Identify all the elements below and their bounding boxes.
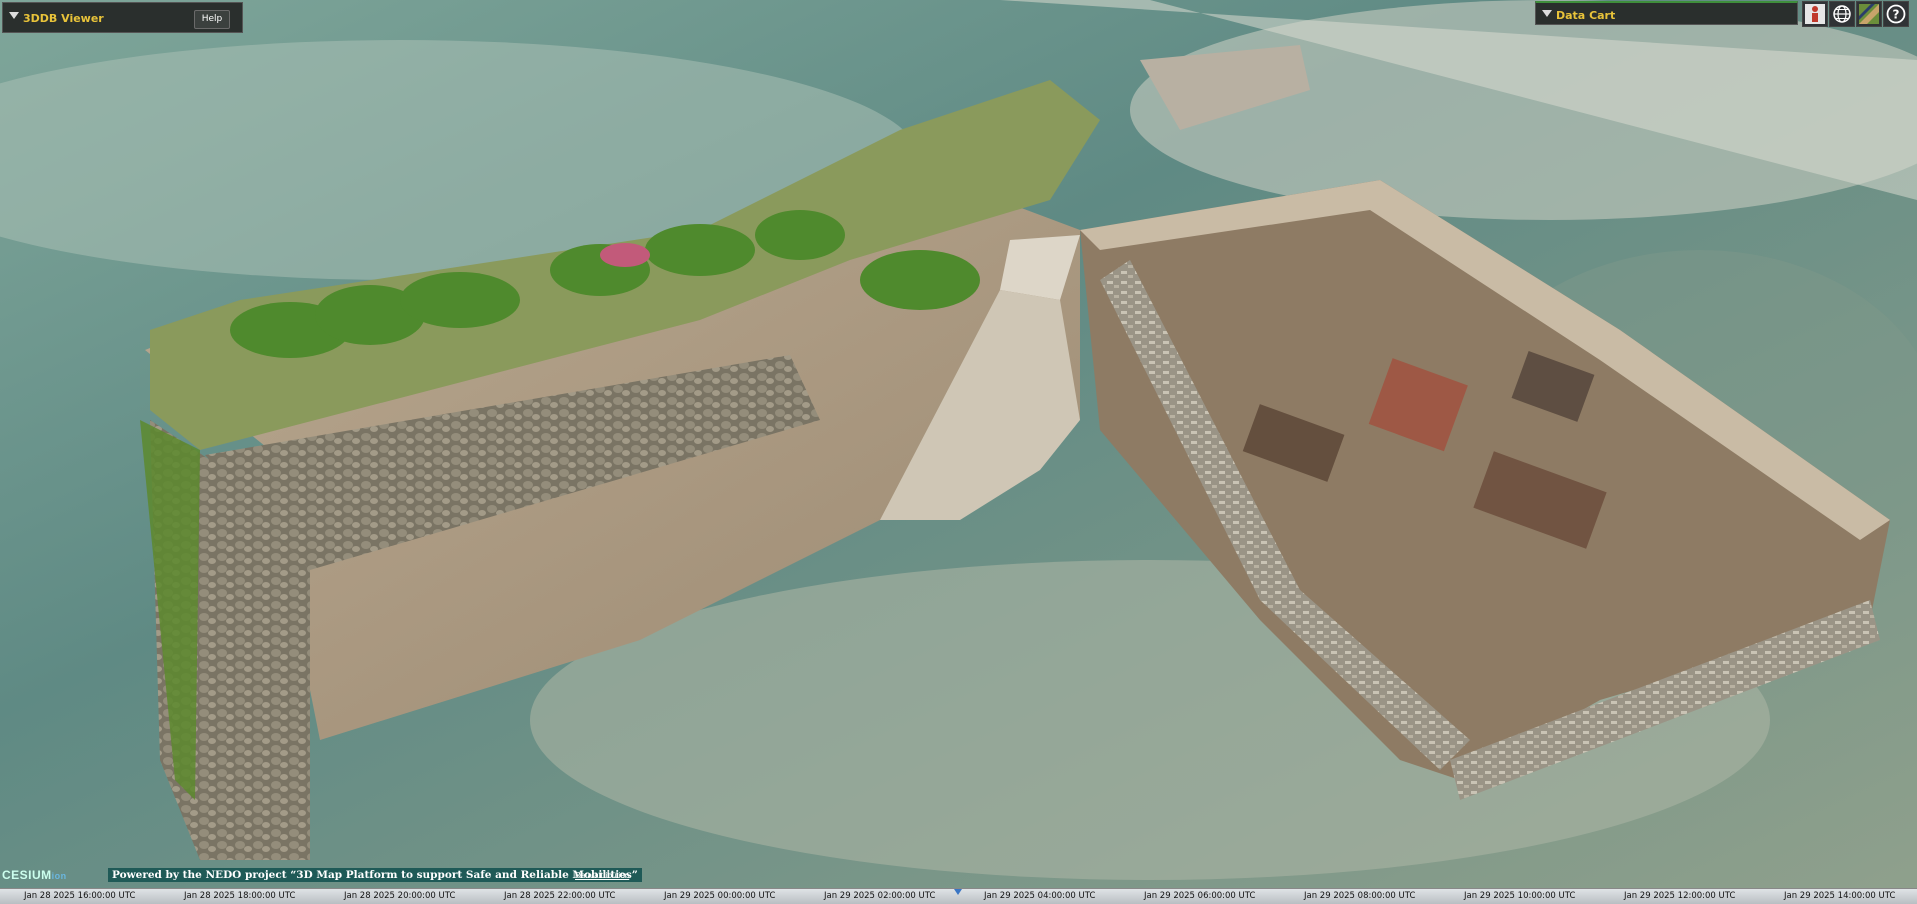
timeline-tick-label: Jan 29 2025 12:00:00 UTC <box>1624 891 1736 901</box>
timeline-tick-label: Jan 28 2025 16:00:00 UTC <box>24 891 136 901</box>
collapse-triangle-icon[interactable] <box>1542 10 1552 17</box>
base-layer-button[interactable] <box>1856 1 1882 27</box>
help-icon: ? <box>1886 4 1906 24</box>
3d-map-viewport[interactable] <box>0 0 1917 890</box>
viewer-title[interactable]: 3DDB Viewer <box>23 12 104 25</box>
svg-text:?: ? <box>1893 8 1900 22</box>
help-icon-button[interactable]: ? <box>1883 1 1909 27</box>
timeline-tick-label: Jan 29 2025 10:00:00 UTC <box>1464 891 1576 901</box>
person-icon <box>1805 4 1825 24</box>
person-button[interactable] <box>1802 1 1828 27</box>
timeline-tick-label: Jan 29 2025 08:00:00 UTC <box>1304 891 1416 901</box>
timeline-tick-label: Jan 29 2025 04:00:00 UTC <box>984 891 1096 901</box>
timeline-tick-label: Jan 29 2025 00:00:00 UTC <box>664 891 776 901</box>
timeline-tick-label: Jan 29 2025 14:00:00 UTC <box>1784 891 1896 901</box>
data-cart-title[interactable]: Data Cart <box>1556 9 1615 22</box>
timeline-tick-label: Jan 28 2025 22:00:00 UTC <box>504 891 616 901</box>
layers-icon <box>1859 4 1879 24</box>
timeline[interactable]: Jan 28 2025 16:00:00 UTC Jan 28 2025 18:0… <box>0 888 1917 904</box>
credits-bar: CESIUMion Powered by the NEDO project “3… <box>0 866 700 886</box>
timeline-tick-label: Jan 28 2025 20:00:00 UTC <box>344 891 456 901</box>
globe-button[interactable] <box>1829 1 1855 27</box>
data-cart-panel[interactable]: Data Cart <box>1535 1 1798 25</box>
timeline-tick-label: Jan 29 2025 06:00:00 UTC <box>1144 891 1256 901</box>
time-needle-icon[interactable] <box>954 889 962 895</box>
globe-icon <box>1833 5 1851 23</box>
help-button[interactable]: Help <box>194 10 230 29</box>
nedo-credit: Powered by the NEDO project “3D Map Plat… <box>108 868 642 882</box>
timeline-tick-label: Jan 29 2025 02:00:00 UTC <box>824 891 936 901</box>
viewer-panel: 3DDB Viewer Help <box>2 2 243 33</box>
timeline-tick-label: Jan 28 2025 18:00:00 UTC <box>184 891 296 901</box>
collapse-triangle-icon[interactable] <box>9 12 19 19</box>
cesium-logo[interactable]: CESIUMion <box>2 868 67 882</box>
data-attribution-link[interactable]: Data attribution <box>575 871 629 880</box>
